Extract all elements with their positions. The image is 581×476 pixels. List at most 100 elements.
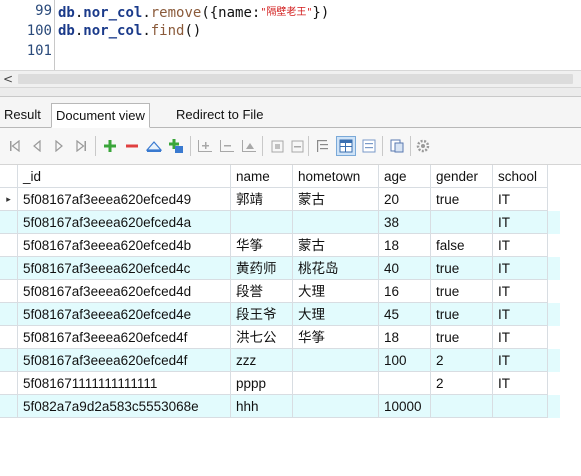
table-cell[interactable]: 38 xyxy=(379,211,431,234)
remove-row-icon[interactable] xyxy=(218,137,236,155)
table-cell[interactable]: 10000 xyxy=(379,395,431,418)
column-header-school[interactable]: school xyxy=(493,165,548,188)
table-cell[interactable]: 16 xyxy=(379,280,431,303)
table-cell[interactable] xyxy=(293,395,379,418)
row-indicator[interactable] xyxy=(0,303,18,326)
table-cell[interactable]: 18 xyxy=(379,326,431,349)
row-indicator[interactable] xyxy=(0,280,18,303)
export-icon[interactable] xyxy=(388,137,406,155)
insert-row-icon[interactable] xyxy=(196,137,214,155)
table-cell[interactable]: zzz xyxy=(231,349,293,372)
table-cell[interactable]: 郭靖 xyxy=(231,188,293,211)
table-cell[interactable]: IT xyxy=(493,211,548,234)
table-cell[interactable]: IT xyxy=(493,326,548,349)
table-row[interactable]: 5f08167af3eeea620efced4f 洪七公 华筝 18 true IT xyxy=(0,326,560,349)
row-indicator[interactable] xyxy=(0,211,18,234)
table-cell[interactable]: 20 xyxy=(379,188,431,211)
row-indicator[interactable] xyxy=(0,349,18,372)
tab-result[interactable]: Result xyxy=(0,103,45,128)
table-cell[interactable]: 5f08167af3eeea620efced4f xyxy=(18,349,231,372)
code-text[interactable]: db.nor_col.remove({name:"隔壁老王"}) xyxy=(58,3,329,21)
table-cell[interactable]: 2 xyxy=(431,349,493,372)
settings-icon[interactable] xyxy=(414,137,432,155)
column-header-age[interactable]: age xyxy=(379,165,431,188)
table-cell[interactable]: true xyxy=(431,188,493,211)
table-cell[interactable]: 段王爷 xyxy=(231,303,293,326)
table-cell[interactable]: 45 xyxy=(379,303,431,326)
column-header-hometown[interactable]: hometown xyxy=(293,165,379,188)
table-cell[interactable]: 大理 xyxy=(293,303,379,326)
table-cell[interactable] xyxy=(379,372,431,395)
table-cell[interactable]: 段誉 xyxy=(231,280,293,303)
table-cell[interactable]: 100 xyxy=(379,349,431,372)
table-cell[interactable]: false xyxy=(431,234,493,257)
table-cell[interactable]: 蒙古 xyxy=(293,188,379,211)
table-cell[interactable]: 洪七公 xyxy=(231,326,293,349)
table-cell[interactable]: pppp xyxy=(231,372,293,395)
duplicate-record-icon[interactable] xyxy=(167,137,185,155)
current-row-indicator[interactable]: ▸ xyxy=(0,188,18,211)
move-row-icon[interactable] xyxy=(240,137,258,155)
table-cell[interactable]: IT xyxy=(493,303,548,326)
table-row[interactable]: 5f081671111111111111 pppp 2 IT xyxy=(0,372,560,395)
table-cell[interactable]: 桃花岛 xyxy=(293,257,379,280)
code-line[interactable]: 101 xyxy=(0,43,581,62)
row-indicator[interactable] xyxy=(0,326,18,349)
table-row[interactable]: 5f08167af3eeea620efced4f zzz 100 2 IT xyxy=(0,349,560,372)
table-cell[interactable]: 蒙古 xyxy=(293,234,379,257)
grid-icon-2[interactable] xyxy=(288,137,306,155)
table-cell[interactable]: 2 xyxy=(431,372,493,395)
first-record-icon[interactable] xyxy=(6,137,24,155)
table-cell[interactable]: hhh xyxy=(231,395,293,418)
scroll-left-arrow-icon[interactable]: < xyxy=(3,72,13,86)
table-row[interactable]: 5f08167af3eeea620efced4e 段王爷 大理 45 true IT xyxy=(0,303,560,326)
tab-redirect-to-file[interactable]: Redirect to File xyxy=(172,103,267,128)
scrollbar-thumb[interactable] xyxy=(18,74,573,84)
table-cell[interactable]: true xyxy=(431,326,493,349)
row-indicator[interactable] xyxy=(0,257,18,280)
code-line[interactable]: 99 db.nor_col.remove({name:"隔壁老王"}) xyxy=(0,3,581,22)
table-cell[interactable]: true xyxy=(431,257,493,280)
table-cell[interactable]: 5f081671111111111111 xyxy=(18,372,231,395)
column-header-name[interactable]: name xyxy=(231,165,293,188)
form-view-icon[interactable] xyxy=(360,137,378,155)
table-cell[interactable] xyxy=(431,211,493,234)
editor-horizontal-scrollbar[interactable]: < xyxy=(0,70,581,88)
grid-view-icon[interactable] xyxy=(336,136,356,156)
last-record-icon[interactable] xyxy=(72,137,90,155)
add-record-icon[interactable] xyxy=(101,137,119,155)
table-cell[interactable]: 华筝 xyxy=(231,234,293,257)
table-cell[interactable] xyxy=(293,372,379,395)
table-cell[interactable]: 5f082a7a9d2a583c5553068e xyxy=(18,395,231,418)
table-cell[interactable]: 5f08167af3eeea620efced4b xyxy=(18,234,231,257)
table-cell[interactable]: 40 xyxy=(379,257,431,280)
table-cell[interactable]: 5f08167af3eeea620efced4d xyxy=(18,280,231,303)
table-cell[interactable]: IT xyxy=(493,372,548,395)
table-cell[interactable] xyxy=(293,349,379,372)
table-cell[interactable]: IT xyxy=(493,349,548,372)
table-row[interactable]: 5f08167af3eeea620efced4c 黄药师 桃花岛 40 true IT xyxy=(0,257,560,280)
table-cell[interactable]: 黄药师 xyxy=(231,257,293,280)
table-row[interactable]: 5f08167af3eeea620efced4a 38 IT xyxy=(0,211,560,234)
table-row[interactable]: ▸ 5f08167af3eeea620efced49 郭靖 蒙古 20 true IT xyxy=(0,188,560,211)
query-editor[interactable]: 99 db.nor_col.remove({name:"隔壁老王"}) 100 … xyxy=(0,0,581,70)
grid-icon-1[interactable] xyxy=(268,137,286,155)
prev-record-icon[interactable] xyxy=(28,137,46,155)
column-header-id[interactable]: _id xyxy=(18,165,231,188)
table-cell[interactable]: 大理 xyxy=(293,280,379,303)
table-cell[interactable]: 5f08167af3eeea620efced4e xyxy=(18,303,231,326)
next-record-icon[interactable] xyxy=(50,137,68,155)
table-cell[interactable]: IT xyxy=(493,188,548,211)
table-cell[interactable]: 18 xyxy=(379,234,431,257)
row-indicator[interactable] xyxy=(0,372,18,395)
code-line[interactable]: 100 db.nor_col.find() xyxy=(0,23,581,42)
table-cell[interactable] xyxy=(431,395,493,418)
table-cell[interactable] xyxy=(493,395,548,418)
table-cell[interactable]: 5f08167af3eeea620efced4a xyxy=(18,211,231,234)
table-cell[interactable]: 华筝 xyxy=(293,326,379,349)
panel-splitter[interactable] xyxy=(0,88,581,97)
table-cell[interactable]: true xyxy=(431,280,493,303)
table-cell[interactable]: IT xyxy=(493,280,548,303)
table-cell[interactable] xyxy=(231,211,293,234)
table-row[interactable]: 5f08167af3eeea620efced4d 段誉 大理 16 true IT xyxy=(0,280,560,303)
